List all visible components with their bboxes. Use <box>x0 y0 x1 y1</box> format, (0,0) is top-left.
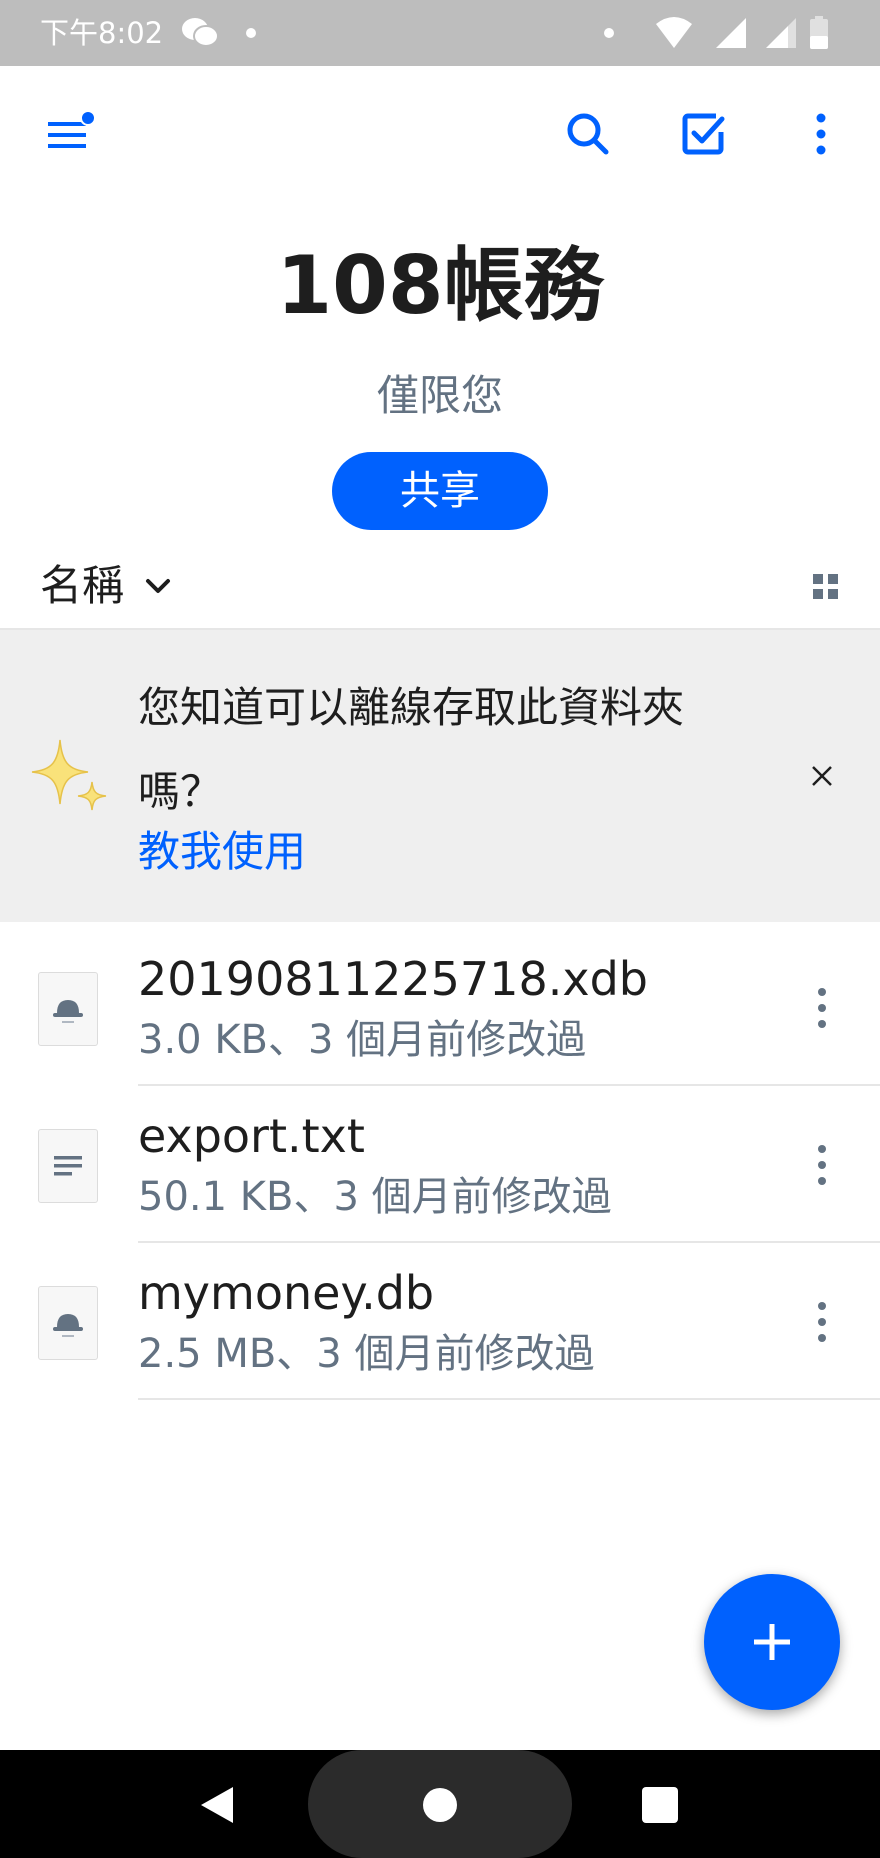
file-more-button[interactable] <box>800 1137 844 1193</box>
offline-tip-banner: 您知道可以離線存取此資料夾 嗎？ 教我使用 <box>0 630 880 922</box>
toolbar <box>0 66 880 202</box>
tip-text-line-1: 您知道可以離線存取此資料夾 <box>138 683 685 732</box>
recents-button[interactable] <box>635 1780 685 1830</box>
add-fab-button[interactable] <box>704 1574 840 1710</box>
menu-notification-icon <box>48 110 96 148</box>
file-row[interactable]: 20190811225718.xdb 3.0 KB、3 個月前修改過 <box>0 930 880 1086</box>
file-name: mymoney.db <box>138 1266 435 1320</box>
signal-icon <box>716 18 746 48</box>
sort-by-label[interactable]: 名稱 <box>40 556 124 616</box>
folder-sharing-status: 僅限您 <box>376 371 503 420</box>
database-file-icon <box>53 1314 83 1337</box>
checkbox-icon <box>682 113 725 155</box>
file-thumbnail <box>38 972 98 1046</box>
recents-square-icon <box>642 1787 678 1823</box>
sort-row: 名稱 <box>0 546 880 630</box>
more-vert-icon <box>818 1145 826 1185</box>
file-more-button[interactable] <box>800 1294 844 1350</box>
file-name: export.txt <box>138 1109 365 1163</box>
file-thumbnail <box>38 1129 98 1203</box>
screen: 下午8:02 108帳務 僅限您 共享 名稱 您知道可以離線存取此資料夾 嗎？ … <box>0 0 880 1858</box>
share-button[interactable]: 共享 <box>332 452 548 530</box>
home-circle-icon <box>423 1788 457 1822</box>
search-icon <box>567 113 609 155</box>
plus-icon <box>754 1624 790 1660</box>
wechat-icon <box>182 18 219 47</box>
file-meta: 2.5 MB、3 個月前修改過 <box>138 1331 595 1377</box>
status-right-icons <box>602 14 842 52</box>
dot-icon <box>604 28 614 38</box>
search-button[interactable] <box>560 106 616 162</box>
system-nav-bar <box>0 1750 880 1858</box>
wifi-icon <box>656 17 692 48</box>
file-meta: 3.0 KB、3 個月前修改過 <box>138 1017 587 1063</box>
chevron-down-icon[interactable] <box>142 570 174 602</box>
more-vert-icon <box>818 988 826 1028</box>
more-vert-icon <box>818 1302 826 1342</box>
close-icon[interactable] <box>806 760 838 792</box>
row-divider <box>138 1241 880 1243</box>
file-meta: 50.1 KB、3 個月前修改過 <box>138 1174 612 1220</box>
tip-text: 您知道可以離線存取此資料夾 嗎？ <box>138 666 758 834</box>
menu-button[interactable] <box>40 106 96 162</box>
status-time: 下午8:02 <box>40 16 164 50</box>
back-button[interactable] <box>192 1780 242 1830</box>
folder-title: 108帳務 <box>276 239 604 332</box>
file-thumbnail <box>38 1286 98 1360</box>
back-triangle-icon <box>201 1787 233 1823</box>
sparkle-icon <box>31 739 107 811</box>
database-file-icon <box>53 1000 83 1023</box>
status-bar: 下午8:02 <box>0 0 880 66</box>
text-file-icon <box>54 1156 82 1176</box>
file-row[interactable]: mymoney.db 2.5 MB、3 個月前修改過 <box>0 1244 880 1400</box>
home-button[interactable] <box>415 1780 465 1830</box>
notification-dot-icon <box>246 28 256 38</box>
view-toggle-button[interactable] <box>808 560 844 614</box>
grid-view-icon <box>813 574 838 599</box>
row-divider <box>138 1398 880 1400</box>
row-divider <box>138 1084 880 1086</box>
file-more-button[interactable] <box>800 980 844 1036</box>
file-row[interactable]: export.txt 50.1 KB、3 個月前修改過 <box>0 1087 880 1243</box>
signal-secondary-icon <box>766 18 796 48</box>
select-button[interactable] <box>676 106 732 162</box>
battery-icon <box>810 16 828 49</box>
learn-how-link[interactable]: 教我使用 <box>138 822 306 882</box>
more-vert-icon <box>816 113 826 155</box>
more-options-button[interactable] <box>793 106 849 162</box>
file-name: 20190811225718.xdb <box>138 952 648 1006</box>
